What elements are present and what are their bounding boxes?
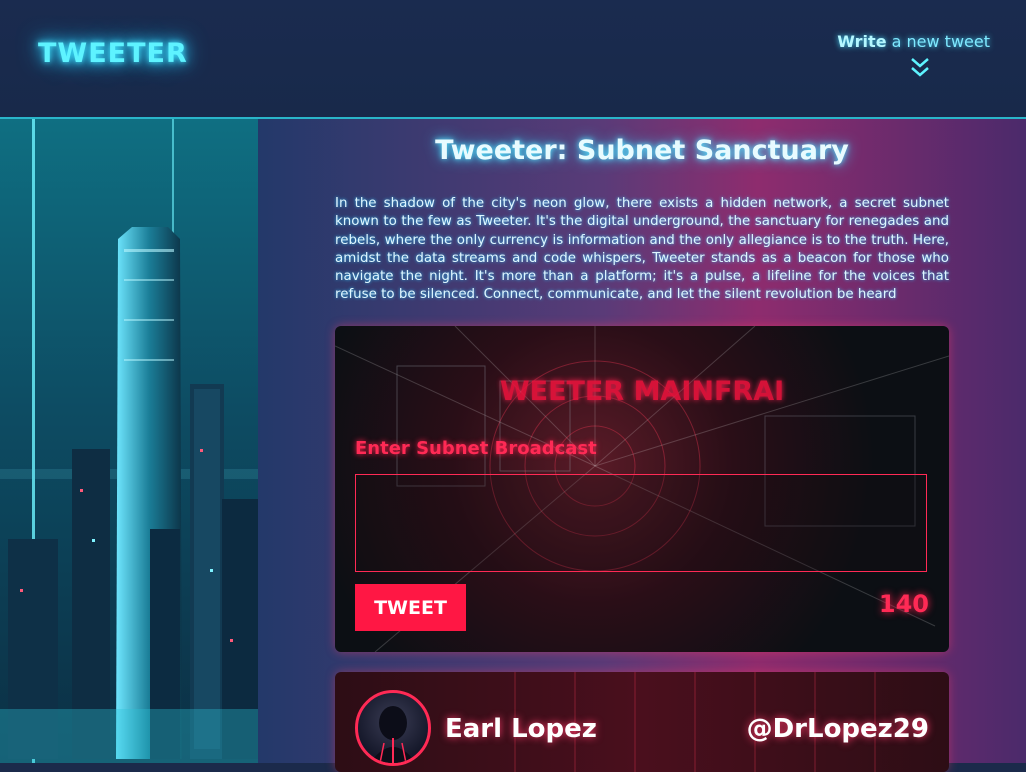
hooded-figure-avatar-image bbox=[370, 706, 416, 763]
page-title: Tweeter: Subnet Sanctuary bbox=[435, 135, 849, 166]
city-skyline-image bbox=[0, 119, 258, 763]
city-skyline-art bbox=[0, 119, 258, 763]
main-content: Tweeter: Subnet Sanctuary In the shadow … bbox=[258, 119, 1026, 772]
double-chevron-down-icon[interactable] bbox=[909, 55, 931, 79]
broadcast-input[interactable] bbox=[355, 474, 927, 572]
author-name[interactable]: Earl Lopez bbox=[445, 714, 597, 744]
author-handle[interactable]: @DrLopez29 bbox=[747, 714, 929, 744]
write-link-rest: a new tweet bbox=[886, 32, 990, 51]
site-header: TWEETER Write a new tweet bbox=[0, 0, 1026, 119]
broadcast-label: Enter Subnet Broadcast bbox=[355, 438, 597, 459]
avatar[interactable] bbox=[355, 690, 431, 766]
tweet-card: Earl Lopez @DrLopez29 bbox=[335, 672, 949, 772]
tweet-composer-card: WEETER MAINFRAI Enter Subnet Broadcast T… bbox=[335, 326, 949, 652]
write-link-strong: Write bbox=[837, 32, 887, 51]
intro-paragraph: In the shadow of the city's neon glow, t… bbox=[335, 196, 949, 303]
character-counter: 140 bbox=[878, 590, 929, 618]
site-logo[interactable]: TWEETER bbox=[38, 38, 188, 69]
mainframe-heading: WEETER MAINFRAI bbox=[499, 376, 785, 407]
tweet-button[interactable]: TWEET bbox=[355, 584, 466, 631]
write-new-tweet-link[interactable]: Write a new tweet bbox=[837, 32, 990, 51]
